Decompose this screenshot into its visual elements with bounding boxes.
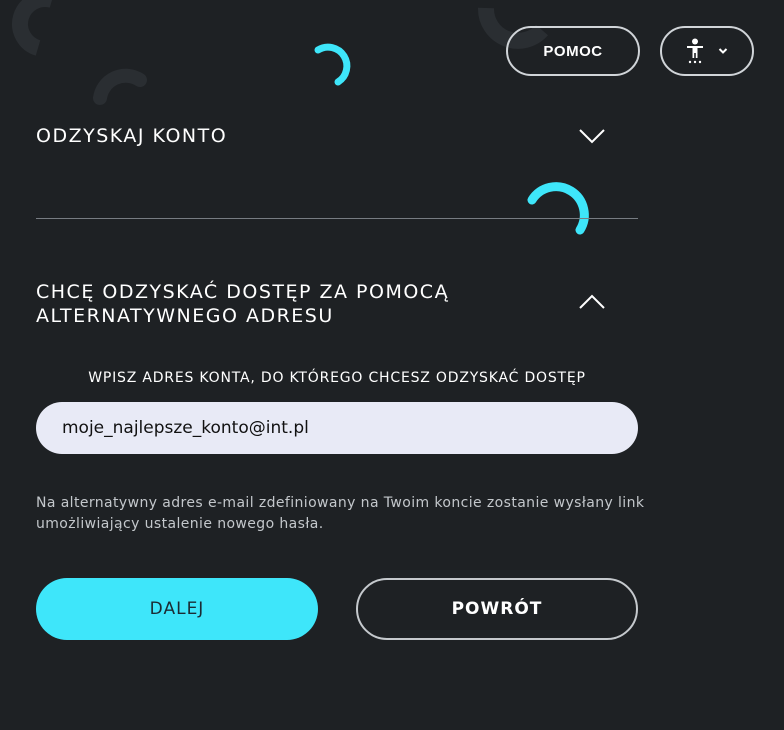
next-button[interactable]: DALEJ xyxy=(36,578,318,640)
accent-arc-mid xyxy=(527,182,589,235)
back-button[interactable]: POWRÓT xyxy=(356,578,638,640)
accessibility-menu-button[interactable] xyxy=(660,26,754,76)
chevron-down-icon xyxy=(718,48,728,54)
help-button[interactable]: POMOC xyxy=(506,26,640,76)
account-address-label: WPISZ ADRES KONTA, DO KTÓREGO CHCESZ ODZ… xyxy=(88,370,586,386)
account-recovery-page: POMOC ODZYSKAJ KONTO CHCĘ ODZYSKAĆ DOSTĘ… xyxy=(0,0,784,730)
chevron-up-icon[interactable] xyxy=(574,290,610,314)
accent-arc-top xyxy=(314,43,351,86)
accessibility-icon xyxy=(687,38,703,64)
account-email-input[interactable] xyxy=(36,402,638,454)
help-button-label: POMOC xyxy=(543,42,603,60)
next-button-label: DALEJ xyxy=(149,599,205,619)
back-button-label: POWRÓT xyxy=(451,599,543,619)
alternative-address-heading[interactable]: CHCĘ ODZYSKAĆ DOSTĘP ZA POMOCĄ ALTERNATY… xyxy=(36,280,556,328)
section-divider xyxy=(36,218,638,219)
info-text: Na alternatywny adres e-mail zdefiniowan… xyxy=(36,495,645,532)
decorative-ring-dark xyxy=(12,0,548,105)
recover-account-heading[interactable]: ODZYSKAJ KONTO xyxy=(36,124,227,148)
chevron-down-icon[interactable] xyxy=(574,124,610,148)
